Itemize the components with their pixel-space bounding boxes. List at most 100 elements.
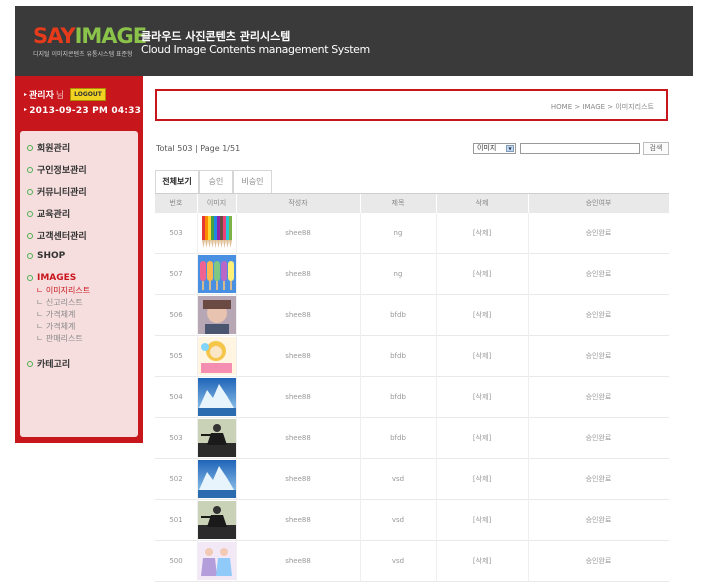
cell-number: 506: [169, 311, 183, 319]
table-row: 503 shee88 ng [삭제] 승인완료: [155, 213, 669, 254]
system-title-ko: 클라우드 사진콘텐츠 관리시스템: [141, 30, 291, 43]
logout-button[interactable]: LOGOUT: [70, 88, 106, 101]
chevron-down-icon[interactable]: ▼: [506, 145, 514, 152]
table-row: 507 shee88 ng [삭제] 승인완료: [155, 254, 669, 295]
column-divider: [360, 336, 361, 377]
cell-author: shee88: [285, 352, 311, 360]
image-thumbnail[interactable]: [197, 255, 236, 293]
menu-item-jobs[interactable]: 구인정보관리: [27, 163, 87, 176]
column-divider: [360, 418, 361, 459]
image-thumbnail[interactable]: [197, 296, 236, 334]
image-thumbnail[interactable]: [197, 501, 236, 539]
menu-item-shop[interactable]: SHOP: [27, 251, 65, 261]
column-divider: [436, 213, 437, 254]
column-divider: [197, 377, 198, 418]
column-divider: [360, 295, 361, 336]
delete-link[interactable]: [삭제]: [436, 336, 528, 377]
image-thumbnail[interactable]: [197, 214, 236, 252]
column-divider: [528, 500, 529, 541]
search-button[interactable]: 검색: [643, 142, 669, 155]
column-divider: [197, 459, 198, 500]
menu-item-customer-center[interactable]: 고객센터관리: [27, 229, 87, 242]
circle-bullet-icon: [27, 253, 33, 259]
column-header: 승인여부: [585, 199, 612, 207]
delete-link[interactable]: [삭제]: [436, 377, 528, 418]
column-divider: [528, 377, 529, 418]
circle-bullet-icon: [27, 144, 33, 151]
table-header: 번호 이미지 작성자 제목 삭제 승인여부: [155, 193, 669, 214]
column-divider: [436, 418, 437, 459]
submenu-item-report-list[interactable]: ㄴ 신고리스트: [36, 297, 83, 308]
cell-author: shee88: [285, 270, 311, 278]
cell-approval-status: 승인완료: [585, 352, 612, 360]
search-input[interactable]: [520, 143, 640, 154]
delete-link[interactable]: [삭제]: [436, 295, 528, 336]
column-header: 번호: [169, 199, 183, 207]
tab-all[interactable]: 전체보기: [155, 170, 199, 193]
logo-tagline: 디지털 이미지콘텐츠 유통시스템 표준형: [33, 51, 133, 58]
table-row: 504 shee88 bfdb [삭제] 승인완료: [155, 377, 669, 418]
menu-item-category[interactable]: 카테고리: [27, 357, 70, 370]
cell-number: 501: [169, 516, 183, 524]
delete-link[interactable]: [삭제]: [436, 500, 528, 541]
submenu-item-price-system[interactable]: ㄴ 가격체계: [36, 309, 75, 320]
cell-number: 507: [169, 270, 183, 278]
column-divider: [360, 213, 361, 254]
column-divider: [436, 295, 437, 336]
cell-title: bfdb: [390, 311, 406, 319]
column-divider: [236, 459, 237, 500]
column-divider: [360, 377, 361, 418]
image-thumbnail[interactable]: [197, 542, 236, 580]
delete-link[interactable]: [삭제]: [436, 213, 528, 254]
column-divider: [197, 213, 198, 254]
cell-number: 505: [169, 352, 183, 360]
cell-title: bfdb: [390, 393, 406, 401]
cell-author: shee88: [285, 516, 311, 524]
menu-item-education[interactable]: 교육관리: [27, 207, 70, 220]
circle-bullet-icon: [27, 360, 33, 367]
cell-approval-status: 승인완료: [585, 229, 612, 237]
menu-panel: 회원관리 구인정보관리 커뮤니티관리 교육관리 고객센터관리 SHOP IMAG…: [20, 131, 138, 437]
cell-title: vsd: [391, 475, 405, 483]
submenu-item-price-system-2[interactable]: ㄴ 가격체계: [36, 321, 75, 332]
submenu-item-image-list[interactable]: ㄴ 이미지리스트: [36, 285, 90, 296]
menu-item-label: 카테고리: [37, 360, 71, 370]
column-divider: [236, 377, 237, 418]
delete-link[interactable]: [삭제]: [436, 541, 528, 582]
cell-approval-status: 승인완료: [585, 393, 612, 401]
arrow-icon: ▸: [24, 91, 28, 98]
image-thumbnail[interactable]: [197, 337, 236, 375]
image-thumbnail[interactable]: [197, 378, 236, 416]
column-header: 이미지: [206, 199, 227, 207]
logo[interactable]: SAYIMAGE: [33, 24, 147, 48]
menu-item-community[interactable]: 커뮤니티관리: [27, 185, 87, 198]
column-divider: [436, 500, 437, 541]
top-header: SAYIMAGE 디지털 이미지콘텐츠 유통시스템 표준형 클라우드 사진콘텐츠…: [15, 6, 693, 76]
delete-link[interactable]: [삭제]: [436, 418, 528, 459]
system-title-en: Cloud Image Contents management System: [141, 43, 370, 56]
column-divider: [528, 418, 529, 459]
cell-author: shee88: [285, 475, 311, 483]
column-divider: [236, 541, 237, 582]
datetime: 2013-09-23 PM 04:33: [29, 106, 142, 116]
user-role: 관리자: [29, 91, 54, 101]
menu-item-images[interactable]: IMAGES: [27, 273, 76, 283]
circle-bullet-icon: [27, 210, 33, 217]
menu-item-label: 교육관리: [37, 210, 71, 220]
cell-title: bfdb: [390, 352, 406, 360]
column-divider: [236, 194, 237, 214]
menu-item-members[interactable]: 회원관리: [27, 141, 70, 154]
column-divider: [197, 336, 198, 377]
image-thumbnail[interactable]: [197, 460, 236, 498]
column-divider: [436, 254, 437, 295]
search-field-select[interactable]: 이미지 ▼: [473, 143, 516, 154]
submenu-item-sales-list[interactable]: ㄴ 판매리스트: [36, 333, 83, 344]
tab-unapproved[interactable]: 비승인: [233, 170, 272, 193]
column-divider: [360, 459, 361, 500]
table-row: 503 shee88 bfdb [삭제] 승인완료: [155, 418, 669, 459]
delete-link[interactable]: [삭제]: [436, 459, 528, 500]
image-thumbnail[interactable]: [197, 419, 236, 457]
delete-link[interactable]: [삭제]: [436, 254, 528, 295]
tab-approved[interactable]: 승인: [199, 170, 233, 193]
cell-number: 503: [169, 434, 183, 442]
